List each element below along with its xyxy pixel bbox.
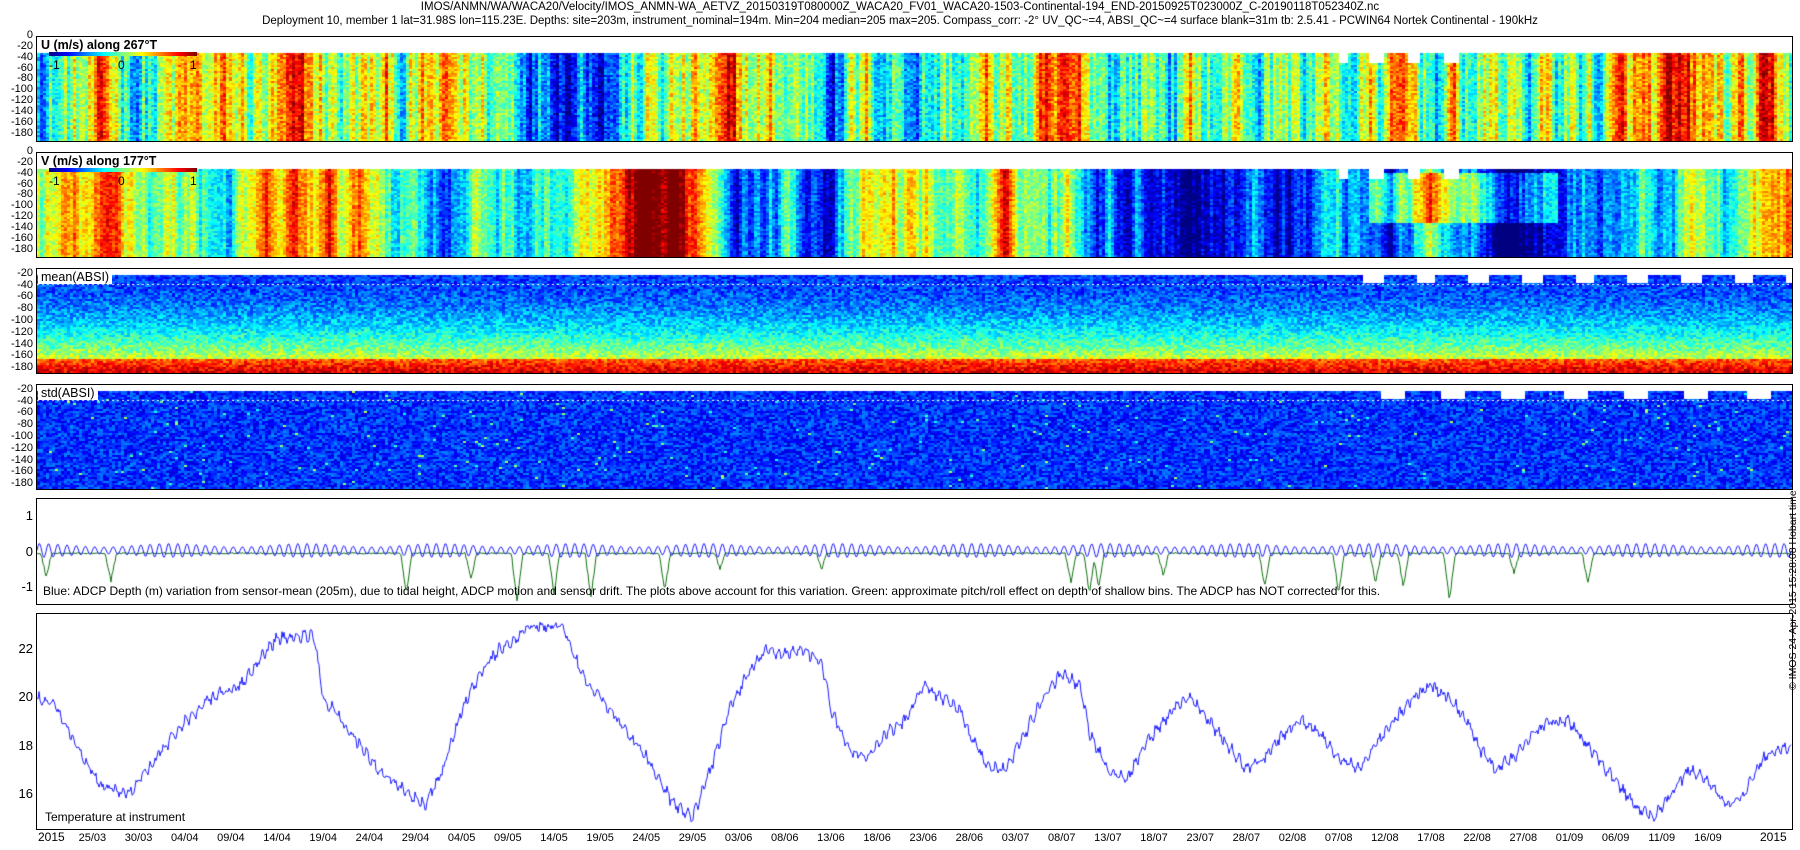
x-tick-label: 22/08 bbox=[1463, 832, 1491, 844]
u-panel-title: U (m/s) along 267°T bbox=[38, 38, 161, 52]
x-tick-label: 03/06 bbox=[724, 832, 753, 844]
v-velocity-panel: V (m/s) along 177°T -1 0 1 bbox=[36, 152, 1793, 258]
x-tick-label: 02/08 bbox=[1278, 832, 1307, 844]
x-tick-label: 08/07 bbox=[1047, 832, 1076, 844]
x-tick-label: 01/09 bbox=[1555, 832, 1584, 844]
y-tick-label: 20 bbox=[18, 689, 33, 705]
temperature-plot bbox=[37, 614, 1792, 829]
y-tick-label: -60 bbox=[17, 290, 33, 303]
x-tick-label: 23/06 bbox=[909, 832, 938, 844]
v-velocity-heatmap bbox=[37, 153, 1792, 257]
x-tick-label: 24/05 bbox=[632, 832, 661, 844]
x-tick-label: 28/06 bbox=[955, 832, 984, 844]
v-colorbar bbox=[49, 168, 197, 172]
y-tick-label: 0 bbox=[25, 543, 33, 559]
mean-absi-panel: mean(ABSI) bbox=[36, 268, 1793, 374]
x-tick-label: 13/06 bbox=[817, 832, 845, 844]
x-tick-label: 19/05 bbox=[586, 832, 614, 844]
y-tick-label: -80 bbox=[17, 302, 33, 315]
x-tick-label: 28/07 bbox=[1232, 832, 1261, 844]
file-path-title: IMOS/ANMN/WA/WACA20/Velocity/IMOS_ANMN-W… bbox=[420, 1, 1380, 13]
x-tick-label: 14/04 bbox=[263, 832, 291, 844]
x-tick-label: 17/08 bbox=[1417, 832, 1445, 844]
x-tick-label: 13/07 bbox=[1094, 832, 1122, 844]
x-tick-label: 18/07 bbox=[1140, 832, 1168, 844]
x-tick-label: 12/08 bbox=[1371, 832, 1399, 844]
y-tick-label: -100 bbox=[10, 314, 33, 326]
x-tick-label: 07/08 bbox=[1324, 832, 1353, 844]
y-tick-label: 1 bbox=[25, 507, 33, 523]
x-tick-label: 04/04 bbox=[170, 832, 199, 844]
y-tick-label: -120 bbox=[10, 325, 33, 338]
y-tick-label: 18 bbox=[18, 737, 33, 753]
x-tick-label: 29/04 bbox=[401, 832, 430, 844]
y-tick-label: -180 bbox=[10, 126, 33, 139]
y-tick-label: -160 bbox=[10, 465, 33, 478]
y-tick-label: 16 bbox=[18, 785, 33, 801]
x-tick-label: 23/07 bbox=[1186, 832, 1214, 844]
std-absi-heatmap bbox=[37, 385, 1792, 489]
temperature-panel: Temperature at instrument bbox=[36, 613, 1793, 830]
timestamp-side-note: © IMOS 24-Apr-2015 15:28:08 Hobart time bbox=[1787, 490, 1799, 690]
x-tick-label: 03/07 bbox=[1001, 832, 1030, 844]
u-velocity-panel: U (m/s) along 267°T -1 0 1 bbox=[36, 36, 1793, 142]
deployment-info-subtitle: Deployment 10, member 1 lat=31.98S lon=1… bbox=[262, 15, 1538, 27]
depth-variation-caption: Blue: ADCP Depth (m) variation from sens… bbox=[43, 584, 1381, 598]
u-colorbar bbox=[49, 52, 197, 56]
x-tick-label: 30/03 bbox=[124, 832, 153, 844]
temperature-caption: Temperature at instrument bbox=[45, 810, 186, 824]
x-tick-label: 16/09 bbox=[1694, 832, 1722, 844]
v-colorbar-tick-zero: 0 bbox=[118, 174, 125, 188]
v-colorbar-tick-max: 1 bbox=[190, 174, 197, 188]
y-tick-label: -180 bbox=[10, 361, 33, 374]
y-tick-label: -20 bbox=[17, 382, 33, 395]
std-absi-panel: std(ABSI) bbox=[36, 384, 1793, 490]
x-tick-label: 29/05 bbox=[678, 832, 707, 844]
v-panel-title: V (m/s) along 177°T bbox=[38, 154, 160, 168]
y-tick-label: -140 bbox=[10, 453, 33, 466]
u-velocity-heatmap bbox=[37, 37, 1792, 141]
x-tick-label: 25/03 bbox=[78, 832, 107, 844]
x-tick-label: 24/04 bbox=[355, 832, 384, 844]
y-tick-label: -160 bbox=[10, 349, 33, 362]
y-tick-label: -20 bbox=[17, 266, 33, 279]
y-tick-label: -180 bbox=[10, 242, 33, 255]
y-tick-label: -1 bbox=[21, 579, 33, 595]
x-tick-label: 06/09 bbox=[1601, 832, 1630, 844]
x-tick-label: 11/09 bbox=[1648, 832, 1676, 844]
u-colorbar-tick-zero: 0 bbox=[118, 58, 125, 72]
x-tick-label: 09/04 bbox=[217, 832, 245, 844]
x-tick-label: 14/05 bbox=[540, 832, 568, 844]
y-tick-label: -40 bbox=[17, 394, 33, 407]
x-tick-label: 04/05 bbox=[447, 832, 476, 844]
x-tick-label: 27/08 bbox=[1509, 832, 1538, 844]
mean-absi-heatmap bbox=[37, 269, 1792, 373]
y-tick-label: -140 bbox=[10, 337, 33, 350]
y-tick-label: -80 bbox=[17, 418, 33, 431]
depth-variation-panel: Blue: ADCP Depth (m) variation from sens… bbox=[36, 498, 1793, 605]
y-tick-label: -40 bbox=[17, 278, 33, 291]
x-tick-label: 08/06 bbox=[771, 832, 799, 844]
x-tick-label: 19/04 bbox=[309, 832, 337, 844]
x-axis-year-right: 2015 bbox=[1760, 830, 1787, 844]
x-tick-label: 18/06 bbox=[863, 832, 891, 844]
x-axis-year-left: 2015 bbox=[38, 830, 65, 844]
u-colorbar-tick-max: 1 bbox=[190, 58, 197, 72]
y-tick-label: -120 bbox=[10, 441, 33, 454]
y-tick-label: -180 bbox=[10, 477, 33, 490]
v-colorbar-tick-min: -1 bbox=[49, 174, 60, 188]
mean-absi-title: mean(ABSI) bbox=[38, 270, 113, 284]
y-tick-label: -60 bbox=[17, 406, 33, 419]
y-tick-label: 22 bbox=[18, 641, 33, 657]
u-colorbar-tick-min: -1 bbox=[49, 58, 60, 72]
x-tick-label: 09/05 bbox=[494, 832, 522, 844]
std-absi-title: std(ABSI) bbox=[38, 386, 98, 400]
y-tick-label: -100 bbox=[10, 430, 33, 442]
